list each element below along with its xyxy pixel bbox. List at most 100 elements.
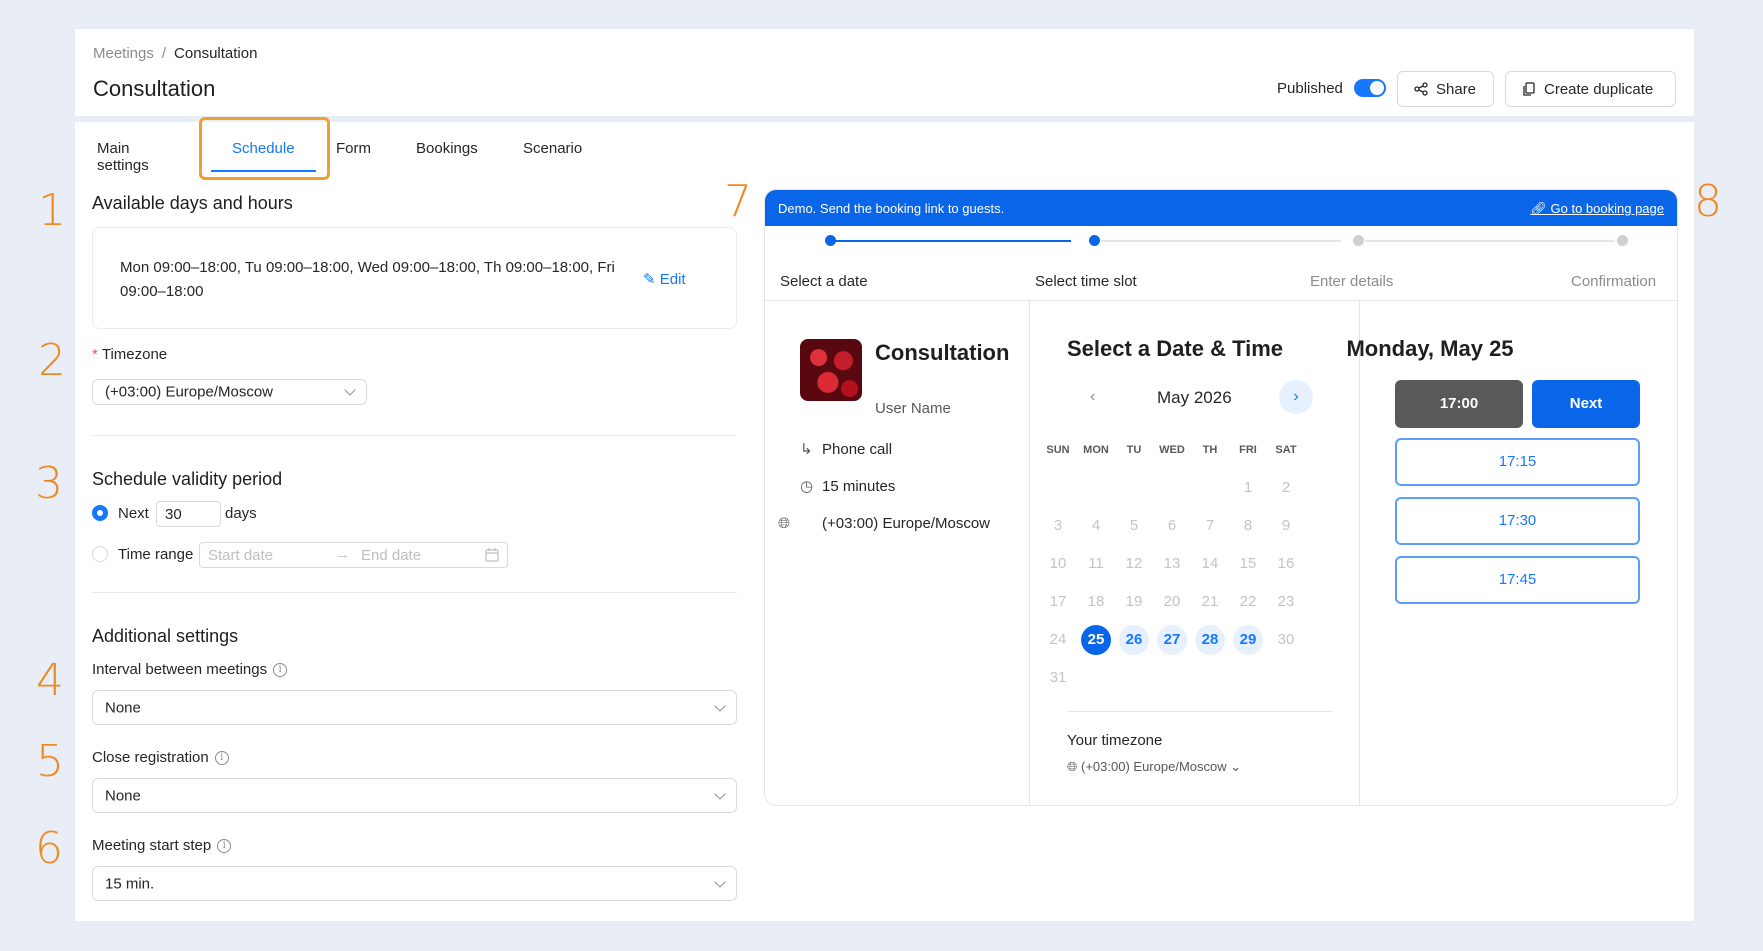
annotation-3: 3 (35, 458, 63, 509)
chevron-down-icon (714, 699, 726, 712)
edit-label: Edit (659, 271, 686, 288)
calendar-day: 14 (1201, 555, 1219, 572)
share-button[interactable]: Share (1397, 71, 1494, 107)
chevron-left-icon[interactable]: ‹ (1090, 388, 1095, 406)
call-type: Phone call (822, 441, 893, 458)
annotation-4: 4 (36, 655, 64, 706)
info-icon[interactable]: i (273, 663, 288, 678)
tab-bookings[interactable]: Bookings (416, 140, 478, 157)
clock-icon: ◷ (800, 478, 814, 495)
tab-scenario[interactable]: Scenario (523, 140, 582, 157)
tab-main-settings[interactable]: Main settings (97, 140, 149, 174)
hours-text: Mon 09:00–18:00, Tu 09:00–18:00, Wed 09:… (120, 259, 615, 300)
event-user: User Name (875, 400, 951, 417)
globe-icon: 🌐︎ (778, 515, 791, 532)
timezone-value: (+03:00) Europe/Moscow (105, 383, 274, 401)
chevron-right-icon[interactable]: › (1279, 380, 1313, 414)
tab-form[interactable]: Form (336, 140, 371, 157)
time-slot[interactable]: 17:15 (1395, 438, 1640, 486)
time-slot[interactable]: 17:45 (1395, 556, 1640, 604)
time-slot[interactable]: 17:30 (1395, 497, 1640, 545)
additional-settings-title: Additional settings (92, 626, 239, 646)
interval-select[interactable]: None (92, 690, 737, 725)
chevron-down-icon (344, 384, 356, 396)
breadcrumb-separator: / (161, 45, 167, 62)
interval-label: Interval between meetings i (92, 661, 288, 678)
calendar-day: 20 (1163, 593, 1181, 610)
share-icon (1414, 82, 1428, 96)
close-registration-select[interactable]: None (92, 778, 737, 813)
calendar-day[interactable]: 27 (1157, 625, 1187, 655)
radio-next[interactable] (92, 505, 108, 521)
calendar-day: 9 (1281, 517, 1291, 534)
column-divider (1029, 300, 1030, 805)
calendar-day[interactable]: 28 (1195, 625, 1225, 655)
step-label-enter-details: Enter details (1310, 273, 1394, 290)
page-title: Consultation (93, 76, 216, 101)
duration-row: ◷ 15 minutes (800, 475, 895, 499)
day-title: Monday, May 25 (1346, 336, 1514, 361)
demo-banner: Demo. Send the booking link to guests. 🔗… (765, 190, 1677, 226)
calendar-day: 11 (1088, 555, 1104, 572)
go-to-booking-link[interactable]: 🔗︎ Go to booking page (1530, 201, 1664, 217)
next-days-input[interactable]: 30 (156, 501, 221, 527)
calendar-icon (485, 548, 499, 562)
selected-time-slot[interactable]: 17:00 (1395, 380, 1523, 428)
meeting-step-select[interactable]: 15 min. (92, 866, 737, 901)
link-icon: 🔗︎ (1530, 201, 1551, 216)
close-registration-label: Close registration i (92, 749, 229, 766)
calendar-day[interactable]: 26 (1119, 625, 1149, 655)
breadcrumb-current: Consultation (174, 45, 258, 62)
panel-divider (765, 300, 1677, 301)
event-image (800, 339, 862, 401)
breadcrumb-meetings[interactable]: Meetings (93, 45, 154, 62)
calendar-day: 31 (1049, 669, 1067, 686)
info-icon[interactable]: i (217, 839, 232, 854)
weekday-header: MON (1083, 444, 1109, 456)
step-label-select-date: Select a date (780, 273, 868, 290)
annotation-6: 6 (35, 823, 63, 874)
step-label-confirmation: Confirmation (1571, 273, 1657, 290)
calendar-day: 22 (1239, 593, 1257, 610)
interval-label-text: Interval between meetings (92, 661, 268, 678)
divider (92, 592, 737, 593)
start-date-input[interactable]: Start date (208, 547, 273, 564)
breadcrumb: Meetings / Consultation (93, 45, 257, 62)
calendar-day: 19 (1125, 593, 1143, 610)
end-date-input[interactable]: End date (361, 547, 421, 564)
timezone-row: 🌐︎ (+03:00) Europe/Moscow (778, 512, 1000, 536)
published-toggle[interactable] (1354, 79, 1386, 97)
calendar-day: 15 (1239, 555, 1257, 572)
step-dot-1 (825, 235, 836, 246)
calendar-day[interactable]: 25 (1081, 625, 1111, 655)
next-button[interactable]: Next (1532, 380, 1640, 428)
your-timezone-select[interactable]: 🌐︎ (+03:00) Europe/Moscow ⌄ (1067, 759, 1241, 775)
edit-hours-link[interactable]: ✎ Edit (643, 270, 686, 288)
calendar-day[interactable]: 29 (1233, 625, 1263, 655)
calendar-day: 24 (1049, 631, 1067, 648)
meeting-step-label: Meeting start step i (92, 837, 232, 854)
timezone-select[interactable]: (+03:00) Europe/Moscow (92, 379, 367, 405)
available-days-title: Available days and hours (92, 193, 293, 213)
weekday-header: TU (1126, 444, 1142, 456)
radio-time-range[interactable] (92, 546, 108, 562)
duration: 15 minutes (822, 478, 896, 495)
create-duplicate-button[interactable]: Create duplicate (1505, 71, 1676, 107)
calendar-day: 8 (1243, 517, 1253, 534)
info-icon[interactable]: i (214, 751, 229, 766)
next-label: Next (118, 505, 149, 522)
go-to-booking-label: Go to booking page (1550, 201, 1664, 216)
calendar-day: 2 (1281, 479, 1291, 496)
interval-value: None (105, 699, 141, 716)
hours-box: Mon 09:00–18:00, Tu 09:00–18:00, Wed 09:… (92, 227, 737, 329)
weekday-header: TH (1202, 444, 1218, 456)
share-label: Share (1436, 80, 1477, 98)
calendar-day: 3 (1053, 517, 1063, 534)
step-dot-3 (1353, 235, 1364, 246)
calendar-day: 10 (1049, 555, 1067, 572)
date-range-picker[interactable]: Start date → End date (199, 542, 508, 568)
next-days-value: 30 (165, 505, 182, 523)
annotation-1: 1 (38, 185, 66, 236)
column-divider (1359, 300, 1360, 805)
weekday-header: SUN (1046, 444, 1070, 456)
